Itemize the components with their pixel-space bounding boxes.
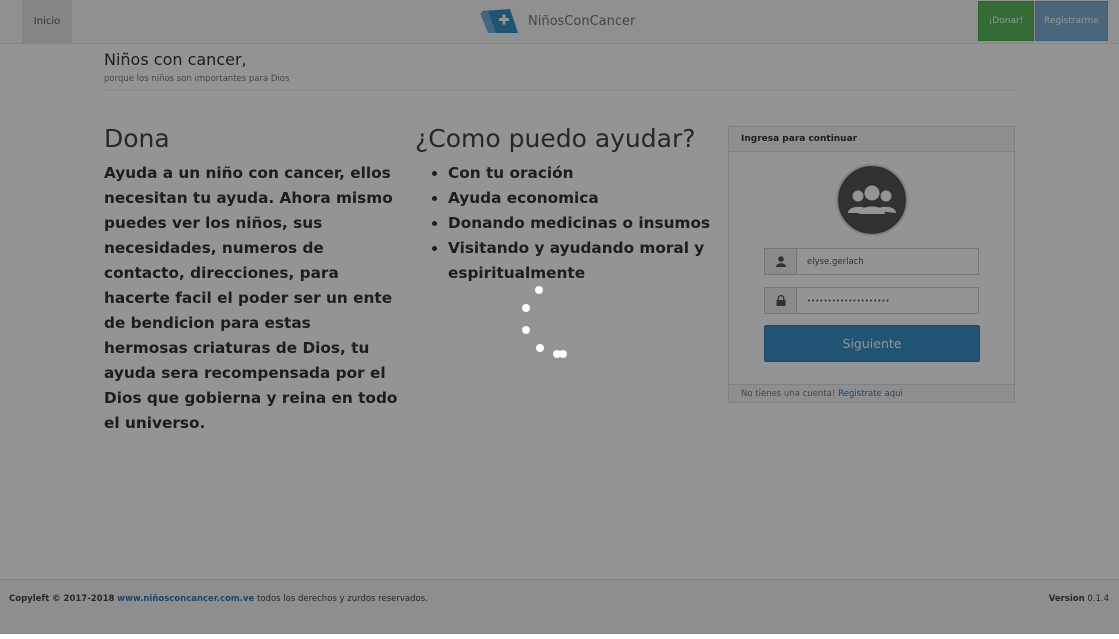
bottom-strip: [0, 634, 1119, 639]
spinner-dot: [522, 304, 530, 312]
spinner-dot: [522, 326, 530, 334]
loading-spinner: [500, 275, 590, 375]
spinner-dot: [559, 350, 567, 358]
spinner-dot: [536, 344, 544, 352]
loading-overlay: [0, 0, 1119, 634]
spinner-dot: [535, 286, 543, 294]
